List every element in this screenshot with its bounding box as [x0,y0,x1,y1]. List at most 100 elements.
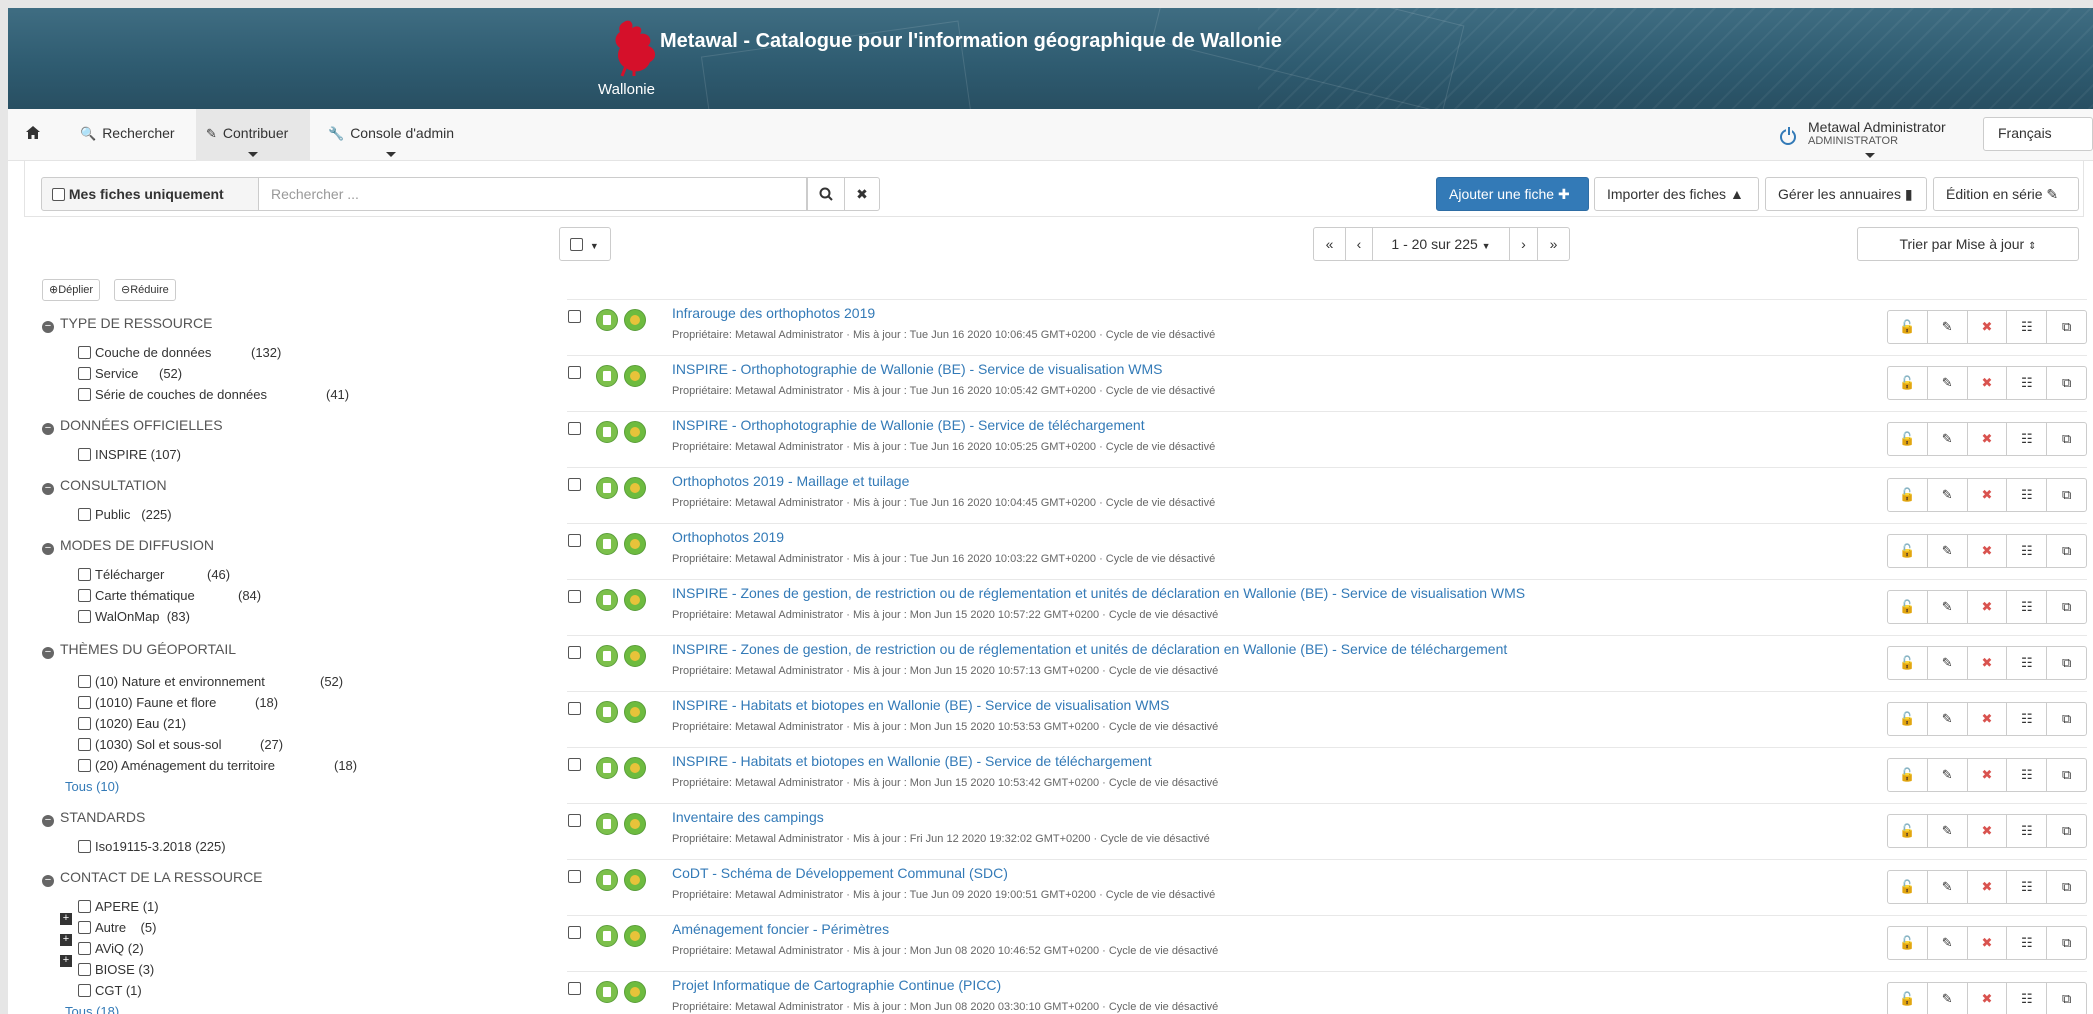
delete-button[interactable]: ✖ [1966,423,2007,455]
result-checkbox[interactable] [568,366,581,379]
facet-item[interactable]: APERE (1) [78,899,159,914]
result-checkbox[interactable] [568,422,581,435]
search-input[interactable]: Rechercher ... [259,177,807,211]
sitemap-button[interactable]: ☷ [2006,871,2046,903]
delete-button[interactable]: ✖ [1966,871,2007,903]
facet-item[interactable]: BIOSE (3) [78,962,154,977]
unlock-button[interactable]: 🔓 [1888,535,1927,567]
facet-checkbox[interactable] [78,448,91,461]
sitemap-button[interactable]: ☷ [2006,647,2046,679]
facet-checkbox[interactable] [78,900,91,913]
result-title-link[interactable]: INSPIRE - Zones de gestion, de restricti… [672,585,1525,601]
result-title-link[interactable]: Infrarouge des orthophotos 2019 [672,305,875,321]
facet-checkbox[interactable] [78,717,91,730]
facet-title-distribution[interactable]: − MODES DE DIFFUSION [42,537,214,555]
collapse-all-button[interactable]: ⊖Réduire [114,279,176,301]
edit-button[interactable]: ✎ [1926,479,1967,511]
nav-admin-console[interactable]: 🔧 Console d'admin [318,109,464,161]
unlock-button[interactable]: 🔓 [1888,703,1927,735]
facet-item[interactable]: (1030) Sol et sous-sol [78,737,221,752]
result-checkbox[interactable] [568,310,581,323]
edit-button[interactable]: ✎ [1926,591,1967,623]
unlock-button[interactable]: 🔓 [1888,871,1927,903]
pager-range[interactable]: 1 - 20 sur 225 ▼ [1372,227,1510,261]
sitemap-button[interactable]: ☷ [2006,479,2046,511]
pager-next[interactable]: › [1509,227,1538,261]
sitemap-button[interactable]: ☷ [2006,703,2046,735]
sitemap-button[interactable]: ☷ [2006,535,2046,567]
facet-checkbox[interactable] [78,963,91,976]
unlock-button[interactable]: 🔓 [1888,423,1927,455]
edit-button[interactable]: ✎ [1926,983,1967,1014]
sitemap-button[interactable]: ☷ [2006,423,2046,455]
result-title-link[interactable]: Orthophotos 2019 - Maillage et tuilage [672,473,909,489]
facet-item[interactable]: (1020) Eau (21) [78,716,186,731]
edit-button[interactable]: ✎ [1926,311,1967,343]
result-checkbox[interactable] [568,590,581,603]
facet-item[interactable]: (20) Aménagement du territoire [78,758,275,773]
unlock-button[interactable]: 🔓 [1888,815,1927,847]
facet-title-official-data[interactable]: − DONNÉES OFFICIELLES [42,417,223,435]
result-checkbox[interactable] [568,534,581,547]
unlock-button[interactable]: 🔓 [1888,591,1927,623]
sitemap-button[interactable]: ☷ [2006,311,2046,343]
delete-button[interactable]: ✖ [1966,311,2007,343]
facet-item[interactable]: Couche de données [78,345,211,360]
delete-button[interactable]: ✖ [1966,367,2007,399]
duplicate-button[interactable]: ⧉ [2046,983,2086,1014]
manage-directories-button[interactable]: Gérer les annuaires ▮ [1765,177,1927,211]
select-all-dropdown[interactable]: ▼ [559,227,611,261]
result-title-link[interactable]: INSPIRE - Habitats et biotopes en Wallon… [672,753,1152,769]
result-title-link[interactable]: Projet Informatique de Cartographie Cont… [672,977,1001,993]
nav-contribute[interactable]: ✎ Contribuer [196,109,310,161]
facet-checkbox[interactable] [78,942,91,955]
facet-checkbox[interactable] [78,508,91,521]
duplicate-button[interactable]: ⧉ [2046,703,2086,735]
my-records-checkbox[interactable] [52,188,65,201]
facet-checkbox[interactable] [78,610,91,623]
delete-button[interactable]: ✖ [1966,535,2007,567]
facet-title-resource-type[interactable]: − TYPE DE RESSOURCE [42,315,212,333]
pager-first[interactable]: « [1313,227,1346,261]
facet-item[interactable]: WalOnMap (83) [78,609,190,624]
delete-button[interactable]: ✖ [1966,815,2007,847]
result-title-link[interactable]: Aménagement foncier - Périmètres [672,921,889,937]
nav-search[interactable]: 🔍 Rechercher [70,109,185,161]
unlock-button[interactable]: 🔓 [1888,983,1927,1014]
facet-title-consultation[interactable]: − CONSULTATION [42,477,167,495]
result-title-link[interactable]: INSPIRE - Habitats et biotopes en Wallon… [672,697,1169,713]
show-all-contacts-link[interactable]: Tous (18) [65,1004,119,1014]
result-title-link[interactable]: Inventaire des campings [672,809,824,825]
sitemap-button[interactable]: ☷ [2006,927,2046,959]
result-checkbox[interactable] [568,814,581,827]
delete-button[interactable]: ✖ [1966,479,2007,511]
sort-dropdown[interactable]: Trier par Mise à jour ⇕ [1857,227,2079,261]
facet-checkbox[interactable] [78,675,91,688]
duplicate-button[interactable]: ⧉ [2046,759,2086,791]
import-records-button[interactable]: Importer des fiches ▲ [1594,177,1759,211]
result-title-link[interactable]: INSPIRE - Orthophotographie de Wallonie … [672,361,1162,377]
duplicate-button[interactable]: ⧉ [2046,591,2086,623]
result-title-link[interactable]: INSPIRE - Zones de gestion, de restricti… [672,641,1507,657]
facet-item[interactable]: (10) Nature et environnement [78,674,265,689]
batch-edit-button[interactable]: Édition en série ✎ [1933,177,2079,211]
facet-checkbox[interactable] [78,367,91,380]
facet-checkbox[interactable] [78,984,91,997]
edit-button[interactable]: ✎ [1926,927,1967,959]
duplicate-button[interactable]: ⧉ [2046,423,2086,455]
sitemap-button[interactable]: ☷ [2006,759,2046,791]
delete-button[interactable]: ✖ [1966,703,2007,735]
facet-checkbox[interactable] [78,568,91,581]
facet-item[interactable]: Télécharger [78,567,164,582]
add-record-button[interactable]: Ajouter une fiche ✚ [1436,177,1589,211]
delete-button[interactable]: ✖ [1966,927,2007,959]
edit-button[interactable]: ✎ [1926,423,1967,455]
result-title-link[interactable]: CoDT - Schéma de Développement Communal … [672,865,1008,881]
result-checkbox[interactable] [568,926,581,939]
edit-button[interactable]: ✎ [1926,759,1967,791]
my-records-toggle[interactable]: Mes fiches uniquement [41,177,259,211]
sitemap-button[interactable]: ☷ [2006,591,2046,623]
result-checkbox[interactable] [568,870,581,883]
unlock-button[interactable]: 🔓 [1888,367,1927,399]
sitemap-button[interactable]: ☷ [2006,983,2046,1014]
